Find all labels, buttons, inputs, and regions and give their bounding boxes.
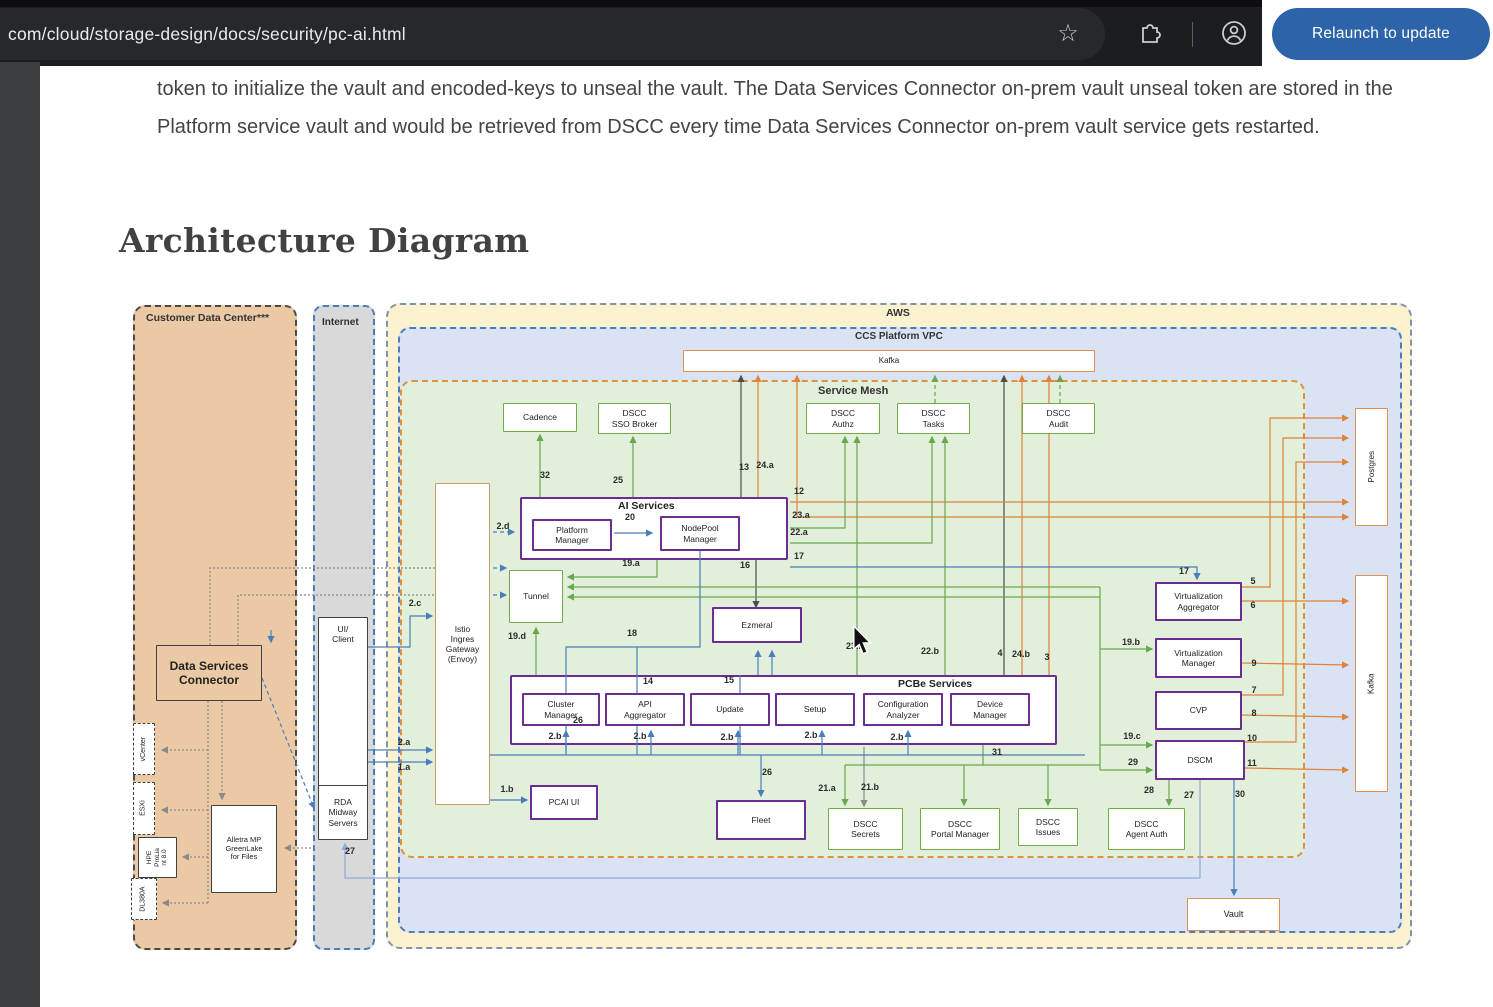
line-label: 29 [1128, 757, 1138, 767]
line-label: 23.a [792, 510, 810, 520]
line-label: 7 [1251, 685, 1256, 695]
left-dark-strip [0, 62, 40, 1007]
line-label: 2.b [720, 732, 733, 742]
line-label: 30 [1235, 789, 1245, 799]
line-label: 2.c [409, 598, 422, 608]
line-label: 21.b [861, 782, 879, 792]
line-label: 19.d [508, 631, 526, 641]
body-paragraph: token to initialize the vault and encode… [157, 70, 1437, 146]
line-label: 2.b [548, 731, 561, 741]
line-labels-layer: 32 25 13 24.a 12 23.a 22.a 17 2.d 20 19.a 16 18 19.d 2… [118, 295, 1414, 957]
line-label: 15 [724, 675, 734, 685]
line-label: 2.a [398, 737, 411, 747]
line-label: 24.a [756, 460, 774, 470]
line-label: 2.b [890, 732, 903, 742]
mouse-cursor [852, 626, 878, 658]
line-label: 19.a [622, 558, 640, 568]
line-label: 17 [794, 551, 804, 561]
line-label: 16 [740, 560, 750, 570]
line-label: 11 [1247, 758, 1257, 768]
line-label: 22.a [790, 527, 808, 537]
line-label: 22.b [921, 646, 939, 656]
line-label: 28 [1144, 785, 1154, 795]
line-label: 20 [625, 512, 635, 522]
line-label: 27 [345, 846, 355, 856]
line-label: 19.c [1123, 731, 1141, 741]
line-label: 27 [1184, 790, 1194, 800]
line-label: 10 [1247, 733, 1257, 743]
line-label: 25 [613, 475, 623, 485]
line-label: 21.a [818, 783, 836, 793]
address-bar[interactable]: com/cloud/storage-design/docs/security/p… [0, 8, 1105, 60]
line-label: 24.b [1012, 649, 1030, 659]
line-label: 2.b [804, 730, 817, 740]
architecture-diagram: Customer Data Center*** Internet AWS CCS… [118, 295, 1414, 957]
line-label: 18 [627, 628, 637, 638]
line-label: 8 [1251, 708, 1256, 718]
line-label: 3 [1044, 652, 1049, 662]
line-label: 9 [1251, 658, 1256, 668]
line-label: 1.a [398, 762, 411, 772]
url-text[interactable]: com/cloud/storage-design/docs/security/p… [0, 24, 406, 45]
line-label: 14 [643, 676, 653, 686]
toolbar-separator [1192, 22, 1193, 47]
line-label: 13 [739, 462, 749, 472]
line-label: 2.d [496, 521, 509, 531]
line-label: 31 [992, 747, 1002, 757]
line-label: 4 [997, 648, 1002, 658]
browser-toolbar: com/cloud/storage-design/docs/security/p… [0, 0, 1493, 68]
line-label: 32 [540, 470, 550, 480]
line-label: 1.b [500, 784, 513, 794]
page-title: Architecture Diagram [119, 221, 529, 260]
line-label: 12 [794, 486, 804, 496]
line-label: 2.b [633, 731, 646, 741]
extensions-icon[interactable] [1137, 20, 1163, 46]
line-label: 19.b [1122, 637, 1140, 647]
line-label: 5 [1250, 576, 1255, 586]
line-label: 26 [573, 715, 583, 725]
profile-icon[interactable] [1221, 20, 1247, 46]
line-label: 26 [762, 767, 772, 777]
relaunch-button[interactable]: Relaunch to update [1272, 8, 1490, 60]
line-label: 17 [1179, 566, 1189, 576]
bookmark-star-icon[interactable]: ☆ [1052, 18, 1084, 50]
line-label: 6 [1250, 600, 1255, 610]
